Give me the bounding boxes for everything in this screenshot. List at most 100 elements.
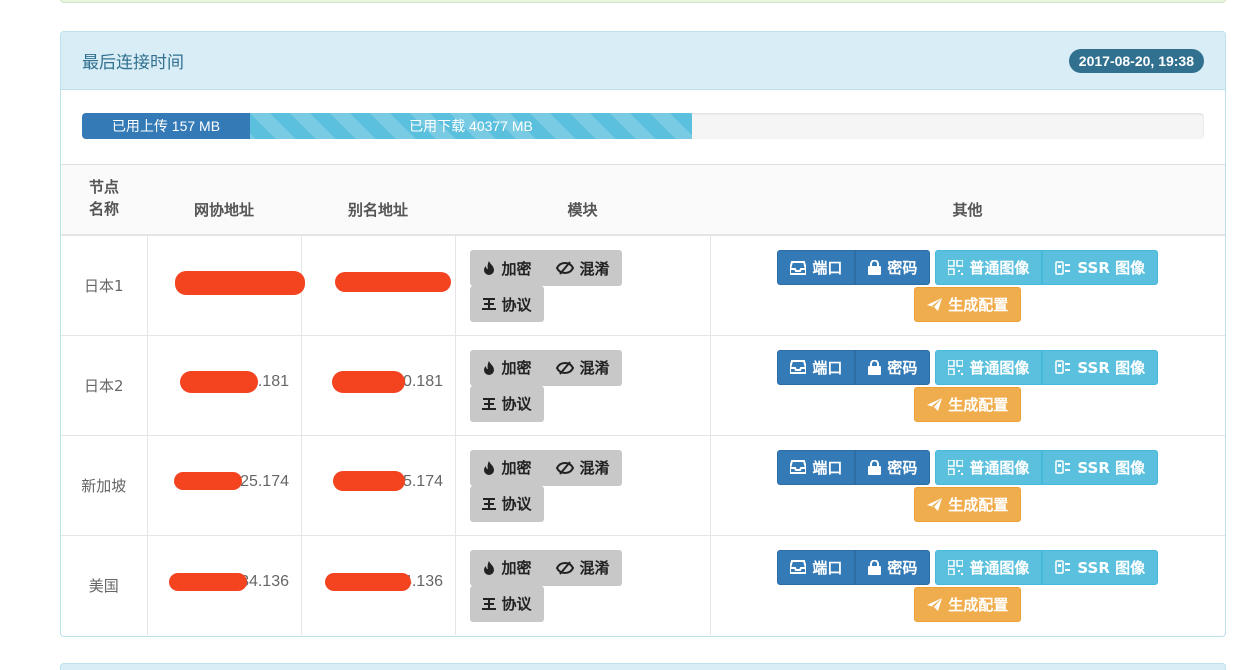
protocol-button[interactable]: 协议 (469, 485, 544, 522)
paper-plane-icon (927, 298, 943, 311)
encrypt-button[interactable]: 加密 (469, 250, 544, 286)
port-button[interactable]: 端口 (777, 449, 856, 485)
ssr-qr-button[interactable]: SSR 图像 (1042, 250, 1159, 285)
protocol-button[interactable]: 协议 (469, 585, 544, 622)
module-cell: 加密 混淆 协议 (455, 334, 711, 435)
encrypt-button[interactable]: 加密 (469, 349, 544, 386)
ip-cell: .181 (147, 334, 302, 435)
normal-qr-button[interactable]: 普通图像 (935, 250, 1043, 285)
qrcode-icon (948, 260, 964, 275)
table-row: 日本2 .181 0.181 加密 混淆 协议 端口 密码 普通图像 SSR 图… (61, 334, 1226, 435)
action-button-row: 端口 密码 普通图像 SSR 图像 (711, 549, 1226, 585)
encrypt-button[interactable]: 加密 (469, 449, 544, 486)
ssr-qr-label: SSR 图像 (1077, 358, 1146, 377)
lock-icon (868, 359, 882, 375)
ip-cell: 25.174 (147, 434, 302, 535)
paper-plane-icon (927, 597, 943, 611)
normal-qr-label: 普通图像 (969, 259, 1030, 277)
lock-icon (868, 559, 882, 575)
port-label: 端口 (812, 458, 843, 477)
ssr-qr-button[interactable]: SSR 图像 (1042, 449, 1159, 485)
password-button[interactable]: 密码 (855, 250, 931, 285)
table-row: 日本1 加密 混淆 协议 端口 密码 普通图像 SSR 图像 生成配置 (61, 234, 1225, 335)
generate-config-button[interactable]: 生成配置 (914, 486, 1022, 522)
alias-visible-suffix: 5.174 (402, 473, 443, 490)
obfs-button[interactable]: 混淆 (543, 349, 622, 386)
port-button[interactable]: 端口 (777, 549, 856, 585)
header-node-name-label: 节点名称 (88, 178, 119, 218)
fire-icon (483, 360, 494, 375)
protocol-icon (481, 597, 496, 610)
obfs-button[interactable]: 混淆 (543, 549, 622, 586)
ssr-qr-button[interactable]: SSR 图像 (1042, 349, 1159, 385)
ssr-qr-icon (1055, 360, 1071, 374)
protocol-icon (481, 298, 496, 310)
node-table: 节点名称 网协地址 别名地址 模块 其他 日本1 加密 混淆 协议 端口 密码 … (61, 165, 1225, 635)
normal-qr-button[interactable]: 普通图像 (935, 549, 1043, 585)
alias-redaction-mark (332, 371, 405, 393)
module-cell: 加密 混淆 协议 (455, 534, 711, 635)
ssr-qr-icon (1055, 260, 1071, 275)
protocol-label: 协议 (501, 295, 532, 314)
table-header-row: 节点名称 网协地址 别名地址 模块 其他 (61, 165, 1225, 236)
ip-address: .181 (159, 371, 289, 395)
header-node-name: 节点名称 (61, 165, 147, 236)
encrypt-button[interactable]: 加密 (469, 549, 544, 586)
port-label: 端口 (812, 358, 843, 377)
ip-address: 34.136 (159, 571, 289, 595)
traffic-progress-area: 已用上传 157 MB 已用下载 40377 MB (61, 90, 1225, 165)
protocol-button[interactable]: 协议 (469, 286, 544, 322)
obfs-label: 混淆 (579, 359, 610, 377)
ip-visible-suffix: 25.174 (240, 473, 289, 490)
generate-config-button[interactable]: 生成配置 (914, 287, 1022, 322)
obfs-button[interactable]: 混淆 (543, 449, 622, 486)
password-button[interactable]: 密码 (855, 349, 931, 385)
encrypt-label: 加密 (501, 559, 532, 577)
ip-address (159, 271, 305, 296)
ip-visible-suffix: .181 (257, 373, 289, 390)
action-button-row: 端口 密码 普通图像 SSR 图像 (711, 349, 1226, 385)
module-cell: 加密 混淆 协议 (455, 434, 711, 535)
fire-icon (483, 560, 494, 575)
generate-config-label: 生成配置 (948, 296, 1009, 314)
ssr-qr-icon (1055, 460, 1071, 474)
alias-address: 5.174 (313, 471, 443, 495)
other-cell: 端口 密码 普通图像 SSR 图像 生成配置 (710, 334, 1226, 435)
generate-config-label: 生成配置 (948, 395, 1009, 414)
password-label: 密码 (887, 259, 918, 277)
password-button[interactable]: 密码 (855, 449, 931, 485)
ssr-qr-button[interactable]: SSR 图像 (1042, 549, 1159, 585)
obfs-button[interactable]: 混淆 (543, 250, 622, 286)
normal-qr-button[interactable]: 普通图像 (935, 349, 1043, 385)
paper-plane-icon (927, 497, 943, 511)
inbox-icon (790, 460, 807, 474)
lock-icon (868, 459, 882, 475)
alias-redaction-mark (335, 272, 451, 293)
normal-qr-label: 普通图像 (969, 558, 1030, 577)
password-label: 密码 (887, 358, 918, 377)
port-button[interactable]: 端口 (777, 250, 856, 285)
port-button[interactable]: 端口 (777, 349, 856, 385)
fire-icon (483, 261, 494, 275)
generate-config-button[interactable]: 生成配置 (914, 586, 1022, 622)
protocol-label: 协议 (501, 495, 532, 513)
generate-config-button[interactable]: 生成配置 (914, 386, 1022, 422)
normal-qr-button[interactable]: 普通图像 (935, 449, 1043, 485)
ip-redaction-mark (175, 271, 305, 296)
node-name: 日本2 (61, 334, 148, 435)
alias-cell: 4.136 (301, 534, 456, 635)
protocol-button[interactable]: 协议 (469, 385, 544, 422)
header-module: 模块 (455, 165, 710, 236)
alias-redaction-mark (325, 573, 411, 592)
inbox-icon (790, 260, 807, 275)
alias-redaction-mark (333, 471, 405, 491)
ssr-qr-label: SSR 图像 (1077, 259, 1146, 277)
other-cell: 端口 密码 普通图像 SSR 图像 生成配置 (710, 434, 1225, 535)
ip-redaction-mark (169, 573, 247, 592)
node-name-text: 美国 (88, 576, 119, 595)
password-button[interactable]: 密码 (855, 549, 931, 585)
encrypt-label: 加密 (501, 459, 532, 477)
header-ip: 网协地址 (147, 165, 301, 236)
upload-usage-bar: 已用上传 157 MB (82, 113, 250, 139)
inbox-icon (790, 360, 807, 374)
